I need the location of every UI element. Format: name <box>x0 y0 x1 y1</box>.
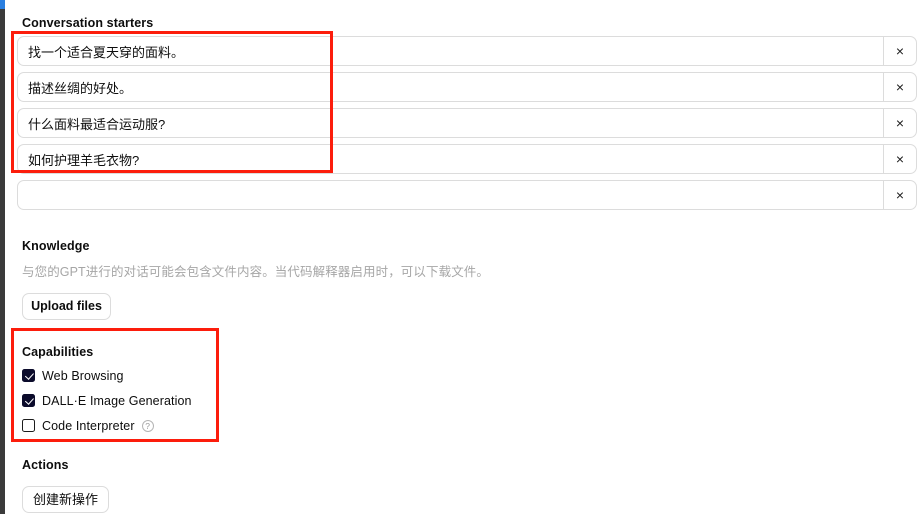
checkbox-checked-icon[interactable] <box>22 394 35 407</box>
actions-label: Actions <box>22 458 69 472</box>
conversation-starter-input[interactable] <box>18 109 883 137</box>
capabilities-label: Capabilities <box>22 345 94 359</box>
capability-row[interactable]: Code Interpreter? <box>22 416 192 435</box>
conversation-starter-input[interactable] <box>18 37 883 65</box>
close-icon[interactable]: × <box>883 73 916 101</box>
conversation-starter-input[interactable] <box>18 181 883 209</box>
help-icon[interactable]: ? <box>141 419 154 432</box>
knowledge-label: Knowledge <box>22 239 90 253</box>
conversation-starter-row: × <box>17 36 917 66</box>
close-icon[interactable]: × <box>883 145 916 173</box>
conversation-starter-row: × <box>17 108 917 138</box>
close-icon[interactable]: × <box>883 37 916 65</box>
capability-row[interactable]: DALL·E Image Generation <box>22 391 192 410</box>
conversation-starter-row: × <box>17 72 917 102</box>
capability-row[interactable]: Web Browsing <box>22 366 192 385</box>
close-icon[interactable]: × <box>883 109 916 137</box>
conversation-starter-input[interactable] <box>18 73 883 101</box>
close-icon[interactable]: × <box>883 181 916 209</box>
gpt-builder-configure-panel: Conversation starters × × × × × Knowledge 与您… <box>5 0 922 514</box>
conversation-starters-list: × × × × × <box>17 36 917 216</box>
knowledge-description: 与您的GPT进行的对话可能会包含文件内容。当代码解释器启用时，可以下载文件。 <box>22 265 489 279</box>
capability-label: DALL·E Image Generation <box>42 393 192 408</box>
checkbox-unchecked-icon[interactable] <box>22 419 35 432</box>
conversation-starter-input[interactable] <box>18 145 883 173</box>
conversation-starters-label: Conversation starters <box>22 16 154 30</box>
upload-files-button[interactable]: Upload files <box>22 293 111 320</box>
create-new-action-button[interactable]: 创建新操作 <box>22 486 109 513</box>
capabilities-list: Web Browsing DALL·E Image Generation Code … <box>22 366 192 441</box>
conversation-starter-row: × <box>17 144 917 174</box>
checkbox-checked-icon[interactable] <box>22 369 35 382</box>
capability-label: Web Browsing <box>42 368 124 383</box>
conversation-starter-row: × <box>17 180 917 210</box>
capability-label: Code Interpreter <box>42 418 135 433</box>
